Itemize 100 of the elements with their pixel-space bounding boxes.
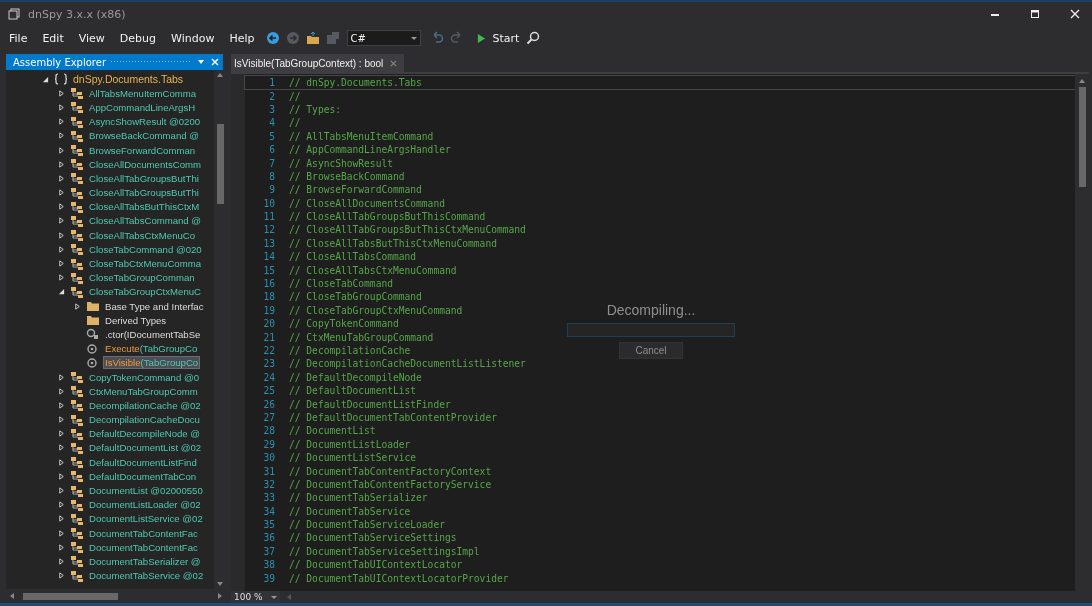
code-comment: // CloseAllTabGroupsButThisCtxMenuCommand <box>289 224 526 236</box>
tree-item[interactable]: DefaultDocumentList @02 <box>88 442 203 454</box>
collapsed-arrow-icon[interactable] <box>58 387 65 395</box>
collapsed-arrow-icon[interactable] <box>58 572 65 580</box>
tree-item[interactable]: AsyncShowResult @0200 <box>88 116 202 128</box>
collapsed-arrow-icon[interactable] <box>58 444 65 452</box>
menu-item[interactable]: View <box>72 31 114 45</box>
tree-item[interactable]: CloseTabCtxMenuComma <box>88 258 202 270</box>
tree-item[interactable]: DecompilationCache @02 <box>88 399 202 411</box>
code-comment: // CloseTabGroupCommand <box>289 291 422 303</box>
collapsed-arrow-icon[interactable] <box>58 103 65 111</box>
tree-item[interactable]: DocumentTabService @02 <box>88 570 205 582</box>
scrollbar-thumb[interactable] <box>216 124 224 204</box>
method-icon <box>86 356 100 369</box>
scroll-up-icon[interactable] <box>1078 78 1086 84</box>
tree-item[interactable]: CtxMenuTabGroupComm <box>88 385 199 397</box>
tree-item[interactable]: Derived Types <box>104 314 168 326</box>
collapsed-arrow-icon[interactable] <box>58 260 65 268</box>
collapsed-arrow-icon[interactable] <box>58 160 65 168</box>
collapsed-arrow-icon[interactable] <box>58 118 65 126</box>
tree-item[interactable]: BrowseBackCommand @ <box>88 130 200 142</box>
collapsed-arrow-icon[interactable] <box>58 529 65 537</box>
tree-item[interactable]: CloseAllTabsCtxMenuCo <box>88 229 197 241</box>
collapsed-arrow-icon[interactable] <box>58 203 65 211</box>
tree-item[interactable]: dnSpy.Documents.Tabs <box>72 73 185 86</box>
tree-item[interactable]: DocumentTabContentFac <box>88 527 199 539</box>
search-icon[interactable] <box>526 31 541 45</box>
collapsed-arrow-icon[interactable] <box>58 401 65 409</box>
tree-item[interactable]: AllTabsMenuItemComma <box>88 87 198 99</box>
collapsed-arrow-icon[interactable] <box>58 274 65 282</box>
code-comment: // DocumentTabContentFactoryService <box>289 478 492 490</box>
scroll-right-icon[interactable] <box>217 592 223 600</box>
collapsed-arrow-icon[interactable] <box>58 146 65 154</box>
class-icon <box>70 115 84 128</box>
tree-item[interactable]: Base Type and Interfac <box>104 300 205 312</box>
collapsed-arrow-icon[interactable] <box>58 231 65 239</box>
tree-item[interactable]: .ctor(IDocumentTabSe <box>104 328 202 340</box>
tree-item[interactable]: DefaultDecompileNode @ <box>88 428 202 440</box>
collapsed-arrow-icon[interactable] <box>58 501 65 509</box>
back-icon[interactable] <box>266 31 281 45</box>
tree-item[interactable]: CloseTabCommand @020 <box>88 243 203 255</box>
tree-item[interactable]: CloseAllTabsCommand @ <box>88 215 203 227</box>
tree-item[interactable]: DefaultDocumentListFind <box>88 456 198 468</box>
menu-item[interactable]: Help <box>223 31 264 45</box>
expanded-arrow-icon[interactable] <box>58 288 65 296</box>
line-number: 34 <box>262 505 276 517</box>
tree-item[interactable]: DocumentTabSerializer @ <box>88 555 202 567</box>
tree-item[interactable]: DocumentListLoader @02 <box>88 499 202 511</box>
undo-icon[interactable] <box>430 31 445 45</box>
menu-item[interactable]: Window <box>165 31 224 45</box>
scrollbar-thumb[interactable] <box>1078 87 1086 187</box>
collapsed-arrow-icon[interactable] <box>58 458 65 466</box>
tree-item[interactable]: DefaultDocumentTabCon <box>88 470 198 482</box>
language-combo[interactable]: C# <box>347 30 422 46</box>
collapsed-arrow-icon[interactable] <box>58 132 65 140</box>
scroll-left-icon[interactable] <box>9 592 15 600</box>
collapsed-arrow-icon[interactable] <box>58 189 65 197</box>
collapsed-arrow-icon[interactable] <box>58 174 65 182</box>
start-button[interactable]: Start <box>473 31 524 45</box>
collapsed-arrow-icon[interactable] <box>74 302 81 310</box>
collapsed-arrow-icon[interactable] <box>58 515 65 523</box>
method-icon <box>86 342 100 355</box>
expanded-arrow-icon[interactable] <box>42 75 49 83</box>
tree-item[interactable]: DecompilationCacheDocu <box>88 414 201 426</box>
menu-item[interactable]: Debug <box>113 31 166 45</box>
collapsed-arrow-icon[interactable] <box>58 472 65 480</box>
tree-item[interactable]: CloseAllTabGroupsButThi <box>88 172 200 184</box>
tree-item[interactable]: IsVisible(TabGroupCo <box>104 357 200 369</box>
menu-item[interactable]: File <box>3 31 37 45</box>
tree-item[interactable]: CloseTabGroupCtxMenuC <box>88 286 202 298</box>
scrollbar-thumb[interactable] <box>23 592 118 600</box>
tree-item[interactable]: CloseAllTabGroupsButThi <box>88 187 200 199</box>
collapsed-arrow-icon[interactable] <box>58 543 65 551</box>
tree-item[interactable]: CloseTabGroupComman <box>88 272 196 284</box>
open-folder-icon[interactable] <box>306 31 321 45</box>
tree-item[interactable]: Execute(TabGroupCo <box>104 343 199 355</box>
menu-item[interactable]: Edit <box>36 31 73 45</box>
tree-item[interactable]: DocumentListService @02 <box>88 513 204 525</box>
collapsed-arrow-icon[interactable] <box>58 430 65 438</box>
collapsed-arrow-icon[interactable] <box>58 487 65 495</box>
collapsed-arrow-icon[interactable] <box>58 217 65 225</box>
tree-item[interactable]: CloseAllTabsButThisCtxM <box>88 201 201 213</box>
collapsed-arrow-icon[interactable] <box>58 245 65 253</box>
maximize-icon[interactable] <box>1030 9 1040 19</box>
scroll-down-icon[interactable] <box>216 581 224 587</box>
collapsed-arrow-icon[interactable] <box>58 373 65 381</box>
collapsed-arrow-icon[interactable] <box>58 89 65 97</box>
tree-item[interactable]: CopyTokenCommand @0 <box>88 371 200 383</box>
tree-item[interactable]: DocumentTabContentFac <box>88 541 199 553</box>
collapsed-arrow-icon[interactable] <box>58 557 65 565</box>
zoom-combo[interactable]: 100 % <box>231 591 280 603</box>
cancel-button[interactable]: Cancel <box>619 342 683 359</box>
tree-item[interactable]: BrowseForwardComman <box>88 144 197 156</box>
tree-item[interactable]: DocumentList @02000550 <box>88 485 204 497</box>
tree-item[interactable]: AppCommandLineArgsH <box>88 101 197 113</box>
scroll-up-icon[interactable] <box>216 72 224 78</box>
document-tab[interactable]: IsVisible(TabGroupContext) : bool <box>231 54 405 72</box>
window-title: dnSpy 3.x.x (x86) <box>28 7 126 21</box>
tree-item[interactable]: CloseAllDocumentsComm <box>88 158 202 170</box>
collapsed-arrow-icon[interactable] <box>58 416 65 424</box>
